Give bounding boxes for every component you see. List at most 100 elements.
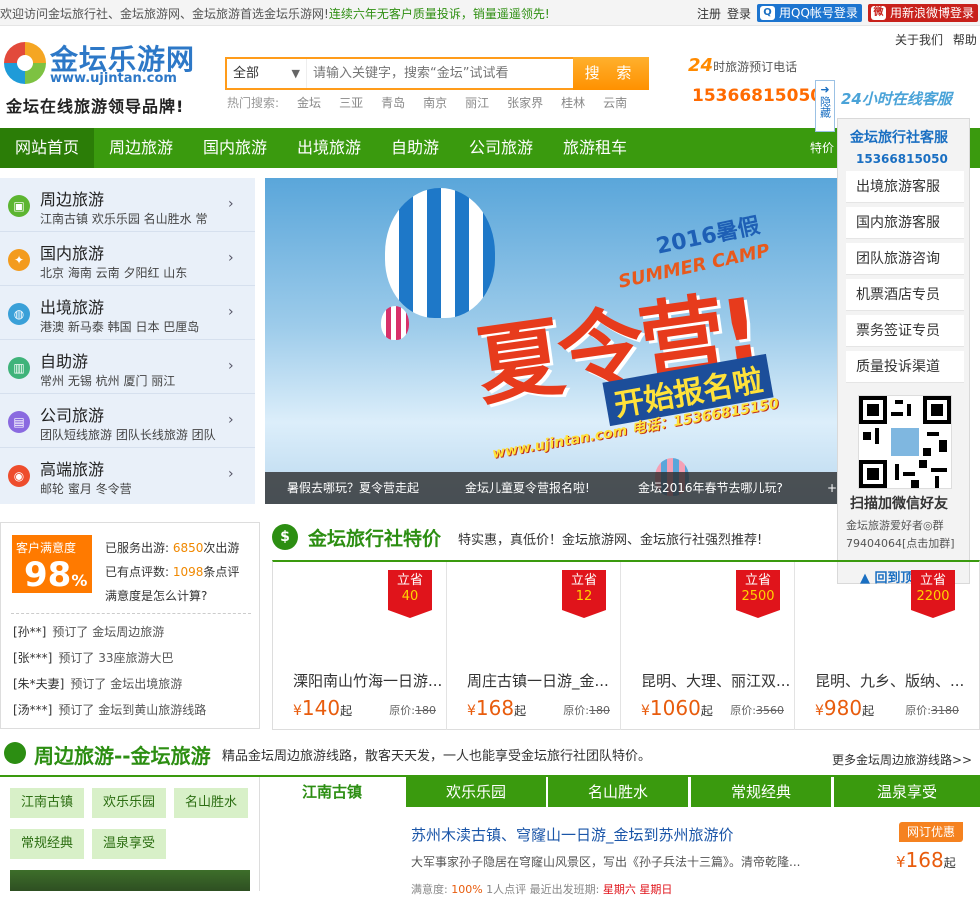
search-input[interactable] [313,59,573,88]
login-link[interactable]: 登录 [727,5,751,22]
service-item[interactable]: 质量投诉渠道 [846,351,964,383]
hot-word[interactable]: 云南 [603,96,627,110]
more-routes-link[interactable]: 更多金坛周边旅游线路>> [832,751,972,768]
service-title: 金坛旅行社客服 [850,130,948,146]
hot-word[interactable]: 张家界 [507,96,543,110]
qq-login-button[interactable]: Q 用QQ帐号登录 [757,4,862,22]
hot-word[interactable]: 三亚 [339,96,363,110]
register-link[interactable]: 注册 [697,5,721,22]
service-hide-tab[interactable]: ➜ 隐藏 [815,80,835,132]
order-item[interactable]: [朱*夫妻] 预订了 金坛出境旅游 [13,675,182,692]
service-item[interactable]: 出境旅游客服 [846,171,964,203]
tab-hot-spring[interactable]: 温泉享受 [834,777,980,807]
chevron-right-icon: › [228,196,234,212]
bus-icon: ▣ [8,195,30,217]
hotline-suffix: 时 [713,60,726,74]
satisfaction-label: 客户满意度 [16,541,77,555]
order-desc: 预订了 33座旅游大巴 [58,651,174,665]
hot-word[interactable]: 金坛 [297,96,321,110]
deal-card[interactable]: 立省 2200 昆明、九乡、版纳、... ¥980起 原价:3180 [795,562,969,730]
hot-word[interactable]: 桂林 [561,96,585,110]
deal-name[interactable]: 溧阳南山竹海一日游... [293,670,443,691]
nav-self-guided[interactable]: 自助游 [376,128,454,168]
deals-header: $ 金坛旅行社特价 特实惠，真低价！金坛旅游网、金坛旅行社强烈推荐! [272,522,980,556]
savings-tag: 立省 2200 [911,570,955,618]
tab-jiangnan[interactable]: 江南古镇 [262,777,404,807]
deal-card[interactable]: 立省 2500 昆明、大理、丽江双... ¥1060起 原价:3560 [621,562,795,730]
category-company[interactable]: ▤ 公司旅游 团队短线旅游 团队长线旅游 团队 › [0,394,255,448]
section-subtitle: 精品金坛周边旅游线路，散客天天发，一人也能享受金坛旅行社团队特价。 [222,749,652,764]
logo-icon[interactable] [4,42,46,84]
service-item[interactable]: 团队旅游咨询 [846,243,964,275]
deals-list: 立省 40 溧阳南山竹海一日游... ¥140起 原价:180 立省 12 周庄古镇… [272,560,980,730]
route-tag[interactable]: 欢乐乐园 [92,788,166,818]
search-category-select[interactable]: 全部 ▼ [227,59,307,88]
section-title: 周边旅游--金坛旅游 [34,744,211,768]
deal-card[interactable]: 立省 40 溧阳南山竹海一日游... ¥140起 原价:180 [273,562,447,730]
wechat-qr-code [858,395,952,489]
service-item[interactable]: 国内旅游客服 [846,207,964,239]
category-premium[interactable]: ◉ 高端旅游 邮轮 蜜月 冬令营 › [0,448,255,502]
service-item[interactable]: 票务签证专员 [846,315,964,347]
category-outbound[interactable]: ◍ 出境旅游 港澳 新马泰 韩国 日本 巴厘岛 › [0,286,255,340]
nav-home[interactable]: 网站首页 [0,128,94,168]
deal-name[interactable]: 周庄古镇一日游_金... [467,670,617,691]
order-item[interactable]: [张***] 预订了 33座旅游大巴 [13,649,173,666]
category-domestic[interactable]: ✦ 国内旅游 北京 海南 云南 夕阳红 山东 › [0,232,255,286]
price-unit: 起 [862,704,875,718]
route-tag[interactable]: 温泉享受 [92,829,166,859]
hot-word[interactable]: 青岛 [381,96,405,110]
banner-tab[interactable]: 暑假去哪玩？夏令营走起 [287,472,419,504]
route-tag[interactable]: 名山胜水 [174,788,248,818]
category-sub: 北京 海南 云南 夕阳红 山东 [40,266,188,280]
tab-classic[interactable]: 常规经典 [691,777,833,807]
satisfaction-help-link[interactable]: 满意度是怎么计算? [105,587,207,604]
category-sub: 团队短线旅游 团队长线旅游 团队 [40,428,216,442]
chevron-right-icon: › [228,250,234,266]
hot-search-label: 热门搜索: [227,96,280,110]
order-user: [张***] [13,651,53,665]
slogan-text: 连续六年无客户质量投诉，销量遥遥领先! [328,7,550,21]
nav-outbound[interactable]: 出境旅游 [282,128,376,168]
route-tag[interactable]: 江南古镇 [10,788,84,818]
banner-tab[interactable]: 金坛2016年春节去哪儿玩? [638,472,783,504]
hero-banner[interactable]: 2016暑假 SUMMER CAMP 夏令营! 开始报名啦 www.ujinta… [265,178,837,504]
banner-tab[interactable]: 金坛儿童夏令营报名啦! [465,472,590,504]
chevron-right-icon: › [228,466,234,482]
hot-search: 热门搜索: 金坛 三亚 青岛 南京 丽江 张家界 桂林 云南 [227,94,627,111]
qq-icon: Q [760,6,775,20]
main-nav: 网站首页 周边旅游 国内旅游 出境旅游 自助游 公司旅游 旅游租车 特价 [0,128,980,168]
deal-name[interactable]: 昆明、大理、丽江双... [641,670,791,691]
weibo-login-button[interactable]: 微用新浪微博登录 [868,4,979,22]
nav-company[interactable]: 公司旅游 [454,128,548,168]
banner-tab-more[interactable]: + [827,472,837,504]
satisfaction-unit: % [71,571,88,590]
search-button[interactable]: 搜 索 [573,57,649,90]
order-item[interactable]: [孙**] 预订了 金坛周边旅游 [13,623,164,640]
deal-card[interactable]: 立省 12 周庄古镇一日游_金... ¥168起 原价:180 [447,562,621,730]
nav-car-rental[interactable]: 旅游租车 [548,128,642,168]
deal-name[interactable]: 昆明、九乡、版纳、... [815,670,965,691]
hot-word[interactable]: 南京 [423,96,447,110]
qr-caption: 扫描加微信好友 [850,496,948,512]
about-link[interactable]: 关于我们 [895,33,943,47]
help-link[interactable]: 帮助 [953,33,977,47]
service-item[interactable]: 机票酒店专员 [846,279,964,311]
nav-special[interactable]: 特价 [810,128,834,168]
hot-word[interactable]: 丽江 [465,96,489,110]
route-title[interactable]: 苏州木渎古镇、穹窿山一日游_金坛到苏州旅游价 [411,824,734,845]
document-icon: ▤ [8,411,30,433]
route-description: 大军事家孙子隐居在穹窿山风景区，写出《孙子兵法十三篇》。清帝乾隆... [411,855,801,869]
category-self-guided[interactable]: ▥ 自助游 常州 无锡 杭州 厦门 丽江 › [0,340,255,394]
original-value: 180 [589,704,610,717]
nav-domestic[interactable]: 国内旅游 [188,128,282,168]
tab-amusement[interactable]: 欢乐乐园 [406,777,548,807]
order-item[interactable]: [汤***] 预订了 金坛到黄山旅游线路 [13,701,206,718]
category-nearby[interactable]: ▣ 周边旅游 江南古镇 欢乐乐园 名山胜水 常 › [0,178,255,232]
nav-nearby[interactable]: 周边旅游 [94,128,188,168]
tab-mountains[interactable]: 名山胜水 [548,777,690,807]
category-title: 高端旅游 [40,460,105,479]
route-tag[interactable]: 常规经典 [10,829,84,859]
route-photo[interactable] [10,870,250,891]
savings-tag: 立省 2500 [736,570,780,618]
